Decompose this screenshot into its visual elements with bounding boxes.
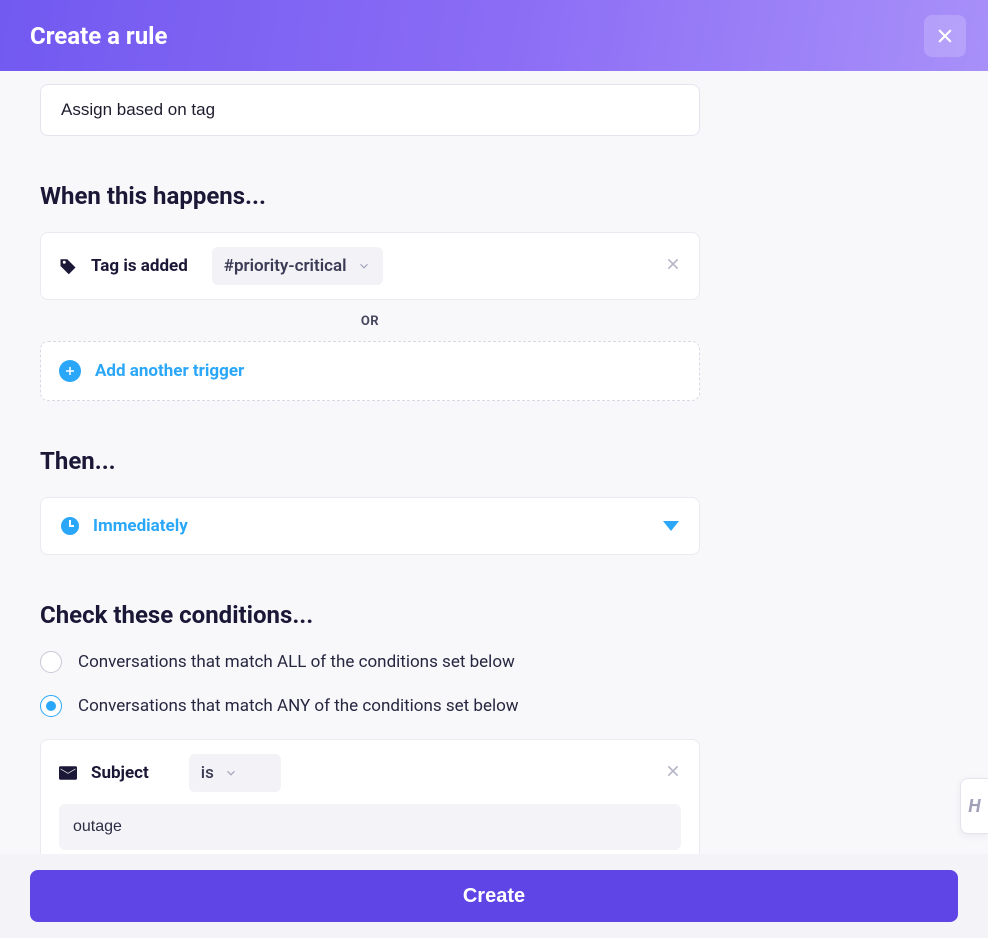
clock-icon xyxy=(61,517,79,535)
section-title-conditions: Check these conditions... xyxy=(40,601,948,629)
trigger-value-select[interactable]: #priority-critical xyxy=(212,247,383,285)
add-trigger-label: Add another trigger xyxy=(95,361,244,381)
create-button[interactable]: Create xyxy=(30,870,958,922)
modal-title: Create a rule xyxy=(30,22,167,50)
trigger-value-text: #priority-critical xyxy=(224,256,347,276)
chevron-down-icon xyxy=(357,259,371,273)
timing-select[interactable]: Immediately xyxy=(40,497,700,555)
close-icon xyxy=(665,763,681,779)
modal-footer: Create xyxy=(0,854,988,938)
trigger-card: Tag is added #priority-critical xyxy=(40,232,700,300)
chevron-down-icon xyxy=(224,766,238,780)
radio-label: Conversations that match ANY of the cond… xyxy=(78,696,519,716)
condition-value-input[interactable] xyxy=(59,804,681,850)
condition-operator-select[interactable]: is xyxy=(189,754,281,792)
condition-card: Subject is xyxy=(40,739,700,854)
remove-condition-button[interactable] xyxy=(665,763,681,783)
tag-icon xyxy=(59,257,77,275)
section-title-then: Then... xyxy=(40,447,948,475)
mail-icon xyxy=(59,766,77,780)
close-icon xyxy=(935,26,955,46)
remove-trigger-button[interactable] xyxy=(665,256,681,276)
trigger-separator: OR xyxy=(40,314,700,329)
modal-header: Create a rule xyxy=(0,0,988,71)
modal-content: When this happens... Tag is added #prior… xyxy=(0,71,988,854)
condition-operator-text: is xyxy=(201,763,214,783)
section-title-when: When this happens... xyxy=(40,182,948,210)
caret-down-icon xyxy=(663,521,679,531)
radio-input xyxy=(40,651,62,673)
rule-name-input[interactable] xyxy=(40,84,700,136)
add-trigger-button[interactable]: Add another trigger xyxy=(40,341,700,401)
close-button[interactable] xyxy=(924,15,966,57)
condition-row: Subject is xyxy=(59,754,681,792)
trigger-row: Tag is added #priority-critical xyxy=(59,247,681,285)
close-icon xyxy=(665,256,681,272)
plus-circle-icon xyxy=(59,360,81,382)
side-widget[interactable]: H xyxy=(960,778,988,834)
condition-match-radio-group: Conversations that match ALL of the cond… xyxy=(40,651,948,717)
radio-input xyxy=(40,695,62,717)
condition-field-label: Subject xyxy=(91,763,149,783)
trigger-type-label: Tag is added xyxy=(91,256,188,276)
radio-match-all[interactable]: Conversations that match ALL of the cond… xyxy=(40,651,948,673)
timing-label: Immediately xyxy=(93,516,188,536)
radio-match-any[interactable]: Conversations that match ANY of the cond… xyxy=(40,695,948,717)
radio-label: Conversations that match ALL of the cond… xyxy=(78,652,515,672)
